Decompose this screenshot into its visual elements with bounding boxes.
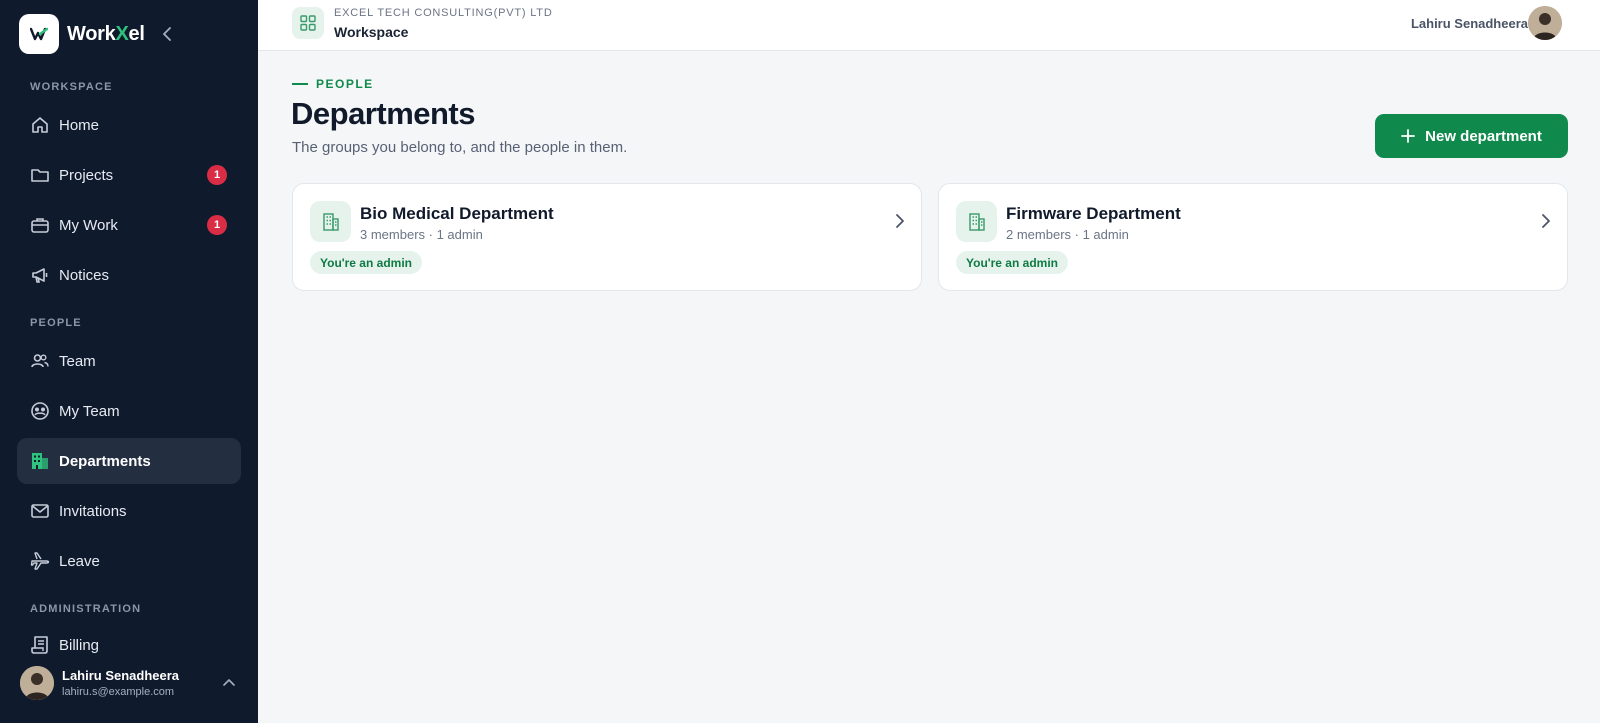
sidebar-item-billing[interactable]: Billing <box>17 622 241 668</box>
sidebar-item-label: Billing <box>59 636 100 654</box>
sidebar-item-label: Home <box>59 116 100 134</box>
eyebrow-text: PEOPLE <box>316 77 374 91</box>
sidebar-user-menu[interactable]: Lahiru Senadheera lahiru.s@example.com <box>20 664 242 702</box>
plane-icon <box>30 551 50 571</box>
building-icon <box>310 201 351 242</box>
department-card-firmware[interactable]: Firmware Department 2 members · 1 admin … <box>938 183 1568 291</box>
department-card-bio-medical[interactable]: Bio Medical Department 3 members · 1 adm… <box>292 183 922 291</box>
section-label-people: PEOPLE <box>30 317 82 329</box>
sidebar-item-team[interactable]: Team <box>17 338 241 384</box>
chevron-right-icon <box>895 213 905 234</box>
sidebar-item-home[interactable]: Home <box>17 102 241 148</box>
department-meta: 2 members · 1 admin <box>1006 227 1129 242</box>
projects-count-badge: 1 <box>207 165 227 185</box>
sidebar-item-label: My Team <box>59 402 120 420</box>
plus-icon <box>1401 129 1416 143</box>
megaphone-icon <box>30 265 50 285</box>
chevron-left-icon <box>163 27 171 41</box>
sidebar-item-notices[interactable]: Notices <box>17 252 241 298</box>
sidebar-item-leave[interactable]: Leave <box>17 538 241 584</box>
eyebrow-line <box>292 83 308 85</box>
building-icon <box>956 201 997 242</box>
chevron-right-icon <box>1541 213 1551 234</box>
avatar <box>20 666 54 700</box>
sidebar-item-label: Invitations <box>59 502 127 520</box>
brand-name: WorkXel <box>67 22 145 45</box>
department-name: Bio Medical Department <box>360 204 554 223</box>
department-name: Firmware Department <box>1006 204 1181 223</box>
sidebar-item-departments[interactable]: Departments <box>17 438 241 484</box>
team-circle-icon <box>30 401 50 421</box>
sidebar-item-label: Projects <box>59 166 114 184</box>
building-icon <box>30 451 50 471</box>
section-label-workspace: WORKSPACE <box>30 81 113 93</box>
workspace-grid-icon[interactable] <box>292 7 324 39</box>
sidebar-item-label: Leave <box>59 552 100 570</box>
home-icon <box>30 115 50 135</box>
sidebar: WorkXel WORKSPACE Home Projects 1 My Wor… <box>0 0 258 723</box>
company-name: EXCEL TECH CONSULTING(PVT) LTD <box>334 7 553 19</box>
new-department-button[interactable]: New department <box>1375 114 1568 158</box>
brand[interactable]: WorkXel <box>19 14 145 54</box>
sidebar-item-label: Team <box>59 352 96 370</box>
users-icon <box>30 351 50 371</box>
user-name: Lahiru Senadheera <box>62 668 180 683</box>
role-badge: You're an admin <box>956 251 1068 274</box>
chevron-up-icon <box>222 674 236 692</box>
sidebar-item-my-work[interactable]: My Work 1 <box>17 202 241 248</box>
receipt-icon <box>30 635 50 655</box>
sidebar-item-projects[interactable]: Projects 1 <box>17 152 241 198</box>
collapse-sidebar-button[interactable] <box>158 24 176 44</box>
my-work-count-badge: 1 <box>207 215 227 235</box>
page-eyebrow: PEOPLE <box>292 77 374 91</box>
sidebar-item-label: My Work <box>59 216 118 234</box>
brand-logo-icon <box>19 14 59 54</box>
workspace-name: Workspace <box>334 24 409 40</box>
top-bar: EXCEL TECH CONSULTING(PVT) LTD Workspace… <box>258 0 1600 51</box>
sidebar-item-my-team[interactable]: My Team <box>17 388 241 434</box>
section-label-administration: ADMINISTRATION <box>30 603 142 615</box>
sidebar-item-label: Notices <box>59 266 110 284</box>
user-email: lahiru.s@example.com <box>62 686 175 698</box>
new-department-label: New department <box>1425 127 1542 145</box>
page-title: Departments <box>291 96 476 131</box>
sidebar-item-label: Departments <box>59 452 151 470</box>
avatar[interactable] <box>1528 6 1562 40</box>
briefcase-icon <box>30 215 50 235</box>
top-user-name[interactable]: Lahiru Senadheera <box>1411 16 1528 31</box>
page-subtitle: The groups you belong to, and the people… <box>292 139 628 156</box>
sidebar-item-invitations[interactable]: Invitations <box>17 488 241 534</box>
role-badge: You're an admin <box>310 251 422 274</box>
department-meta: 3 members · 1 admin <box>360 227 483 242</box>
mail-icon <box>30 501 50 521</box>
folder-icon <box>30 165 50 185</box>
